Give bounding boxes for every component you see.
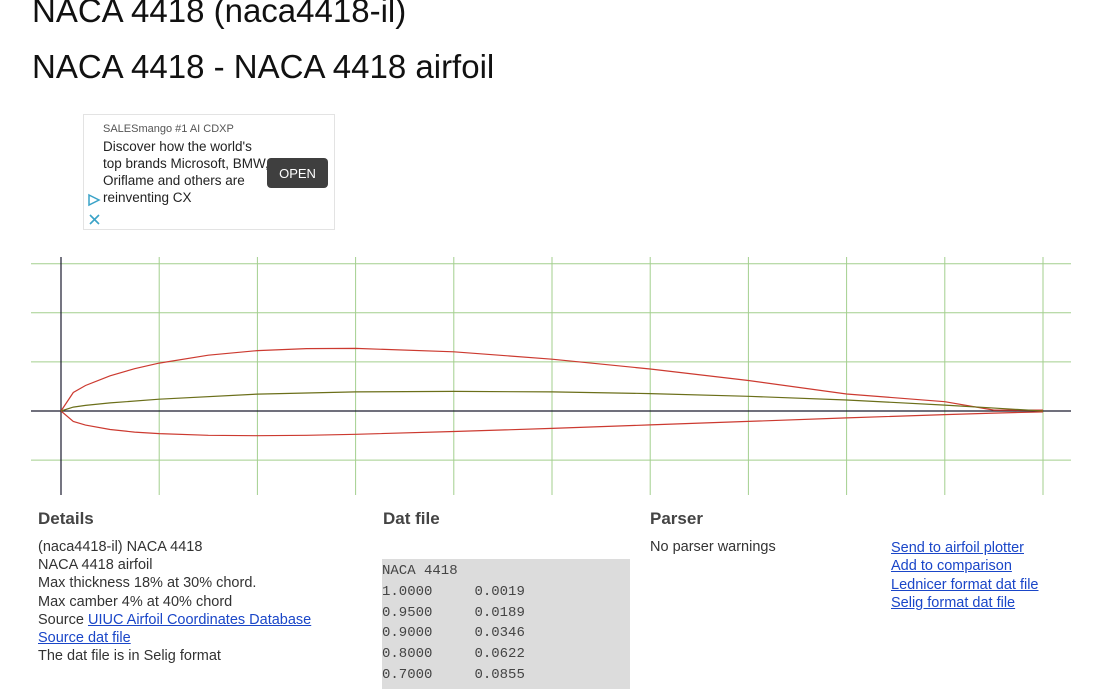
datfile-row: 0.7000 0.0855: [382, 666, 525, 683]
lednicer-dat-link[interactable]: Lednicer format dat file: [891, 576, 1039, 594]
send-to-plotter-link[interactable]: Send to airfoil plotter: [891, 539, 1039, 557]
add-to-comparison-link[interactable]: Add to comparison: [891, 557, 1039, 575]
parser-message: No parser warnings: [650, 539, 776, 555]
details-line: NACA 4418 airfoil: [38, 557, 153, 574]
details-list: (naca4418-il) NACA 4418 NACA 4418 airfoi…: [38, 538, 311, 665]
details-line: Max thickness 18% at 30% chord.: [38, 575, 257, 592]
uiuc-database-link[interactable]: UIUC Airfoil Coordinates Database: [88, 612, 311, 628]
datfile-row: 1.0000 0.0019: [382, 583, 525, 600]
action-links: Send to airfoil plotter Add to compariso…: [891, 539, 1039, 612]
datfile-row: 0.9500 0.0189: [382, 604, 525, 621]
datfile-heading: Dat file: [383, 509, 440, 528]
source-dat-link[interactable]: Source dat file: [38, 630, 131, 646]
details-line: Max camber 4% at 40% chord: [38, 593, 233, 610]
plot-grid: [31, 257, 1071, 495]
source-line: Source UIUC Airfoil Coordinates Database: [38, 611, 311, 629]
plot-axes: [31, 257, 1071, 495]
source-prefix: Source: [38, 611, 88, 628]
selig-dat-link[interactable]: Selig format dat file: [891, 594, 1039, 612]
datfile-row: 0.8000 0.0622: [382, 646, 525, 663]
datfile-content: NACA 4418 1.0000 0.0019 0.9500 0.0189 0.…: [382, 559, 630, 689]
details-heading: Details: [38, 509, 94, 528]
airfoil-plot: [31, 257, 1071, 495]
format-note: The dat file is in Selig format: [38, 648, 221, 665]
details-line: (naca4418-il) NACA 4418: [38, 539, 203, 555]
datfile-name: NACA 4418: [382, 563, 458, 579]
datfile-row: 0.9000 0.0346: [382, 625, 525, 642]
parser-heading: Parser: [650, 509, 703, 528]
